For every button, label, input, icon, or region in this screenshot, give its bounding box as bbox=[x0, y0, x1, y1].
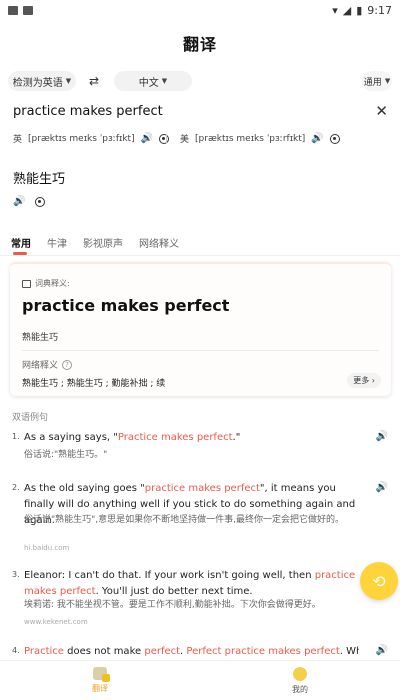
speaker-icon[interactable]: 🔊 bbox=[311, 133, 323, 144]
us-phonetic: 美 [præktɪs meɪks ˈpɜːrfɪkt] 🔊 bbox=[180, 132, 340, 145]
sentence-number: 3. bbox=[12, 570, 20, 579]
nav-translate[interactable]: 翻译 bbox=[0, 661, 200, 700]
speaker-icon[interactable]: 🔊 bbox=[376, 645, 388, 656]
web-definition-title: 网络释义 bbox=[22, 361, 59, 371]
tab-oxford[interactable]: 牛津 bbox=[47, 228, 67, 255]
chevron-down-icon: ▼ bbox=[161, 77, 168, 85]
sentence-source: www.kekenet.com bbox=[24, 618, 88, 626]
us-label: 美 bbox=[180, 135, 190, 145]
sentence-text: Eleanor: I can't do that. If your work i… bbox=[24, 570, 315, 581]
refresh-icon: ⟲ bbox=[372, 571, 386, 591]
target-language-select[interactable]: 中文 ▼ bbox=[114, 71, 192, 91]
nav-me[interactable]: 我的 bbox=[200, 661, 400, 700]
help-icon[interactable]: ? bbox=[62, 359, 73, 370]
target-language-label: 中文 bbox=[138, 77, 159, 89]
sentence-number: 2. bbox=[12, 483, 20, 492]
notification-icon bbox=[23, 5, 33, 15]
speaker-icon[interactable]: 🔊 bbox=[13, 196, 25, 207]
us-phonetic-text: [præktɪs meɪks ˈpɜːrfɪkt] bbox=[195, 133, 306, 144]
refresh-fab-button[interactable]: ⟲ bbox=[360, 562, 398, 600]
nav-me-label: 我的 bbox=[292, 684, 308, 694]
translation-result: 熟能生巧 bbox=[13, 172, 66, 187]
sentence-english: Practice does not make perfect. Perfect … bbox=[24, 644, 359, 660]
dictionary-word: practice makes perfect bbox=[22, 296, 230, 315]
sentence-number: 1. bbox=[12, 432, 20, 441]
source-language-label: 检测为英语 bbox=[12, 77, 63, 89]
sentence-highlight: Perfect practice makes perfect bbox=[186, 646, 340, 657]
signal-icon: ◢ bbox=[342, 3, 352, 17]
input-area: practice makes perfect ✕ 英 [præktɪs meɪk… bbox=[0, 98, 400, 204]
source-language-select[interactable]: 检测为英语 ▼ bbox=[8, 71, 76, 91]
close-icon: ✕ bbox=[375, 102, 388, 120]
sentence-chinese: 埃莉诺: 我不能坐视不管。要是工作不顺利,勤能补拙。下次你会做得更好。 bbox=[24, 600, 321, 610]
sentence-chinese: 俗话说:"熟能生巧。" bbox=[24, 450, 108, 460]
sentence-english: As a saying says, "Practice makes perfec… bbox=[24, 430, 359, 446]
page-title: 翻译 bbox=[182, 35, 217, 54]
sentence-highlight: Practice makes perfect bbox=[117, 432, 233, 443]
sentence-highlight: Practice bbox=[24, 646, 64, 657]
status-time: 9:17 bbox=[367, 3, 392, 17]
nav-translate-label: 翻译 bbox=[92, 684, 108, 693]
mode-label: 通用 bbox=[363, 77, 382, 88]
sentence-text: . What bbox=[339, 646, 359, 657]
sentence-highlight: practice makes perfect bbox=[144, 483, 260, 494]
chevron-down-icon: ▼ bbox=[384, 77, 391, 85]
sentence-highlight: perfect bbox=[144, 646, 181, 657]
sentence-text: As a saying says, " bbox=[24, 432, 118, 443]
loop-play-icon[interactable] bbox=[329, 133, 340, 144]
tab-movie[interactable]: 影视原声 bbox=[83, 228, 123, 255]
sentence-text: As the old saying goes " bbox=[24, 483, 145, 494]
dictionary-tabs: 常用 牛津 影视原声 网络释义 bbox=[0, 228, 400, 256]
uk-label: 英 bbox=[13, 135, 23, 145]
language-bar: 检测为英语 ▼ ⇄ 中文 ▼ 通用 ▼ bbox=[0, 66, 400, 96]
clear-button[interactable]: ✕ bbox=[375, 102, 388, 120]
speaker-icon[interactable]: 🔊 bbox=[376, 482, 388, 493]
more-button[interactable]: 更多 › bbox=[347, 373, 381, 388]
profile-icon bbox=[293, 666, 307, 681]
dictionary-definition: 熟能生巧 bbox=[22, 333, 59, 343]
sentence-text: ." bbox=[232, 432, 241, 443]
mode-select[interactable]: 通用 ▼ bbox=[362, 71, 392, 91]
gallery-icon bbox=[8, 5, 18, 15]
translate-icon bbox=[93, 667, 110, 682]
bilingual-title: 双语例句 bbox=[12, 413, 49, 423]
sentence-chinese: 俗话说"熟能生巧",意思是如果你不断地坚持做一件事,最终你一定会把它做好的。 bbox=[24, 515, 345, 525]
divider bbox=[22, 350, 379, 351]
web-definition-text: 熟能生巧 ; 熟能生巧 ; 勤能补拙 ; 续 bbox=[22, 379, 166, 389]
sentence-number: 4. bbox=[12, 646, 20, 655]
speaker-icon[interactable]: 🔊 bbox=[376, 431, 388, 442]
swap-icon: ⇄ bbox=[88, 74, 100, 88]
sentence-source: hi.baidu.com bbox=[24, 544, 70, 552]
sentence-english: Eleanor: I can't do that. If your work i… bbox=[24, 568, 359, 600]
status-bar: ▾ ◢ ▮ 9:17 bbox=[0, 0, 400, 20]
phonetic-divider bbox=[166, 134, 167, 144]
loop-play-icon[interactable] bbox=[35, 196, 46, 207]
query-text[interactable]: practice makes perfect bbox=[13, 104, 163, 119]
dictionary-heading: 词典释义: bbox=[22, 278, 70, 289]
chevron-down-icon: ▼ bbox=[65, 77, 72, 85]
dictionary-card: 词典释义: practice makes perfect 熟能生巧 网络释义 ?… bbox=[10, 262, 391, 396]
wifi-icon: ▾ bbox=[332, 3, 338, 17]
chevron-right-icon: › bbox=[371, 376, 375, 385]
uk-phonetic-text: [præktɪs meɪks ˈpɜːfɪkt] bbox=[28, 133, 135, 144]
sentence-text: does not make bbox=[63, 646, 145, 657]
battery-icon: ▮ bbox=[356, 3, 363, 17]
more-label: 更多 bbox=[353, 376, 370, 385]
result-actions: 🔊 bbox=[13, 196, 46, 207]
swap-language-button[interactable]: ⇄ bbox=[82, 74, 106, 88]
dictionary-heading-label: 词典释义: bbox=[35, 279, 70, 288]
tab-common[interactable]: 常用 bbox=[11, 228, 31, 255]
tab-web[interactable]: 网络释义 bbox=[139, 228, 179, 255]
sentence-text: . You'll just do better next time. bbox=[95, 586, 253, 597]
web-definition-label: 网络释义 ? bbox=[22, 358, 73, 371]
speaker-icon[interactable]: 🔊 bbox=[141, 133, 153, 144]
bottom-navigation: 翻译 我的 bbox=[0, 660, 400, 700]
uk-phonetic: 英 [præktɪs meɪks ˈpɜːfɪkt] 🔊 bbox=[13, 132, 170, 145]
loop-play-icon[interactable] bbox=[159, 133, 170, 144]
book-icon bbox=[22, 279, 31, 288]
